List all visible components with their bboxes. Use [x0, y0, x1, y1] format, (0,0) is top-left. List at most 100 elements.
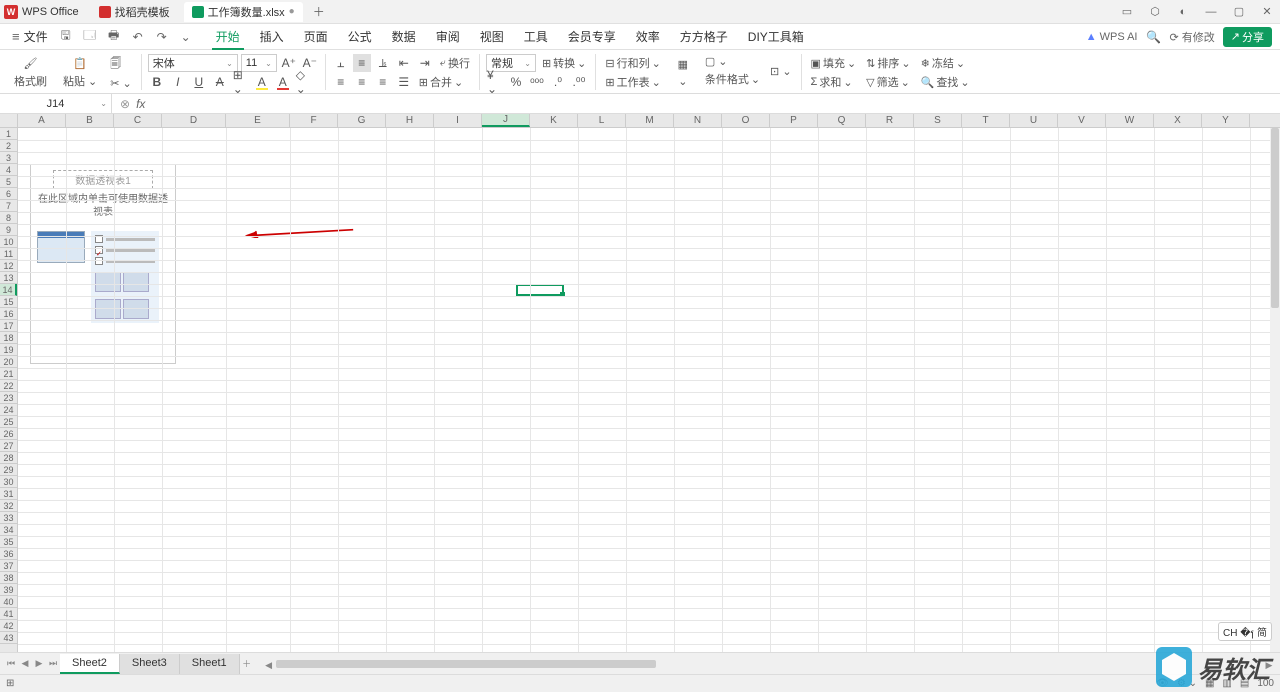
col-header[interactable]: E	[226, 114, 290, 127]
row-header[interactable]: 43	[0, 632, 17, 644]
layout-icon[interactable]: ▭	[1118, 3, 1136, 21]
font-color-button[interactable]: A	[274, 73, 292, 91]
search-icon[interactable]: 🔍	[1146, 29, 1162, 45]
close-button[interactable]: ✕	[1258, 3, 1276, 21]
row-header[interactable]: 29	[0, 464, 17, 476]
menu-tab-9[interactable]: 效率	[626, 24, 670, 49]
row-header[interactable]: 42	[0, 620, 17, 632]
share-button[interactable]: ↗ 分享	[1223, 27, 1272, 47]
dropdown-icon[interactable]: ⌄	[178, 29, 194, 45]
first-sheet-button[interactable]: ⏮	[4, 657, 18, 671]
row-header[interactable]: 14	[0, 284, 17, 296]
menu-tab-2[interactable]: 页面	[294, 24, 338, 49]
menu-tab-1[interactable]: 插入	[250, 24, 294, 49]
save-icon[interactable]: 🖫	[58, 29, 74, 45]
col-header[interactable]: A	[18, 114, 66, 127]
print-icon[interactable]: 🖶	[106, 29, 122, 45]
row-header[interactable]: 32	[0, 500, 17, 512]
cut-button[interactable]: ✂ ⌄	[107, 76, 135, 91]
row-header[interactable]: 3	[0, 152, 17, 164]
italic-button[interactable]: I	[169, 73, 187, 91]
sum-button[interactable]: Σ 求和 ⌄	[808, 73, 860, 91]
thousands-button[interactable]: ᵒᵒᵒ	[528, 73, 546, 91]
row-header[interactable]: 33	[0, 512, 17, 524]
row-header[interactable]: 34	[0, 524, 17, 536]
row-header[interactable]: 12	[0, 260, 17, 272]
align-center-button[interactable]: ≡	[353, 73, 371, 91]
col-header[interactable]: R	[866, 114, 914, 127]
font-select[interactable]: 宋体⌄	[148, 54, 238, 72]
file-menu[interactable]: 文件	[24, 28, 48, 45]
fx-icon[interactable]: fx	[136, 97, 145, 111]
col-header[interactable]: I	[434, 114, 482, 127]
border-button[interactable]: ⊞ ⌄	[232, 73, 250, 91]
col-header[interactable]: Y	[1202, 114, 1250, 127]
filter-button[interactable]: ▽ 筛选 ⌄	[863, 73, 913, 91]
row-header[interactable]: 11	[0, 248, 17, 260]
col-header[interactable]: C	[114, 114, 162, 127]
justify-button[interactable]: ☰	[395, 73, 413, 91]
align-top-button[interactable]: ⫠	[332, 54, 350, 72]
row-header[interactable]: 1	[0, 128, 17, 140]
row-header[interactable]: 10	[0, 236, 17, 248]
merge-button[interactable]: ⊞ 合并 ⌄	[416, 73, 466, 91]
row-header[interactable]: 18	[0, 332, 17, 344]
wrap-button[interactable]: ⤶ 换行	[437, 54, 473, 72]
col-header[interactable]: W	[1106, 114, 1154, 127]
add-sheet-button[interactable]: ＋	[240, 657, 254, 671]
row-header[interactable]: 19	[0, 344, 17, 356]
row-header[interactable]: 28	[0, 452, 17, 464]
col-header[interactable]: K	[530, 114, 578, 127]
format-brush-button[interactable]: 🖌格式刷	[8, 52, 53, 91]
cancel-formula-icon[interactable]: ⊗	[120, 97, 130, 111]
pivot-placeholder[interactable]: 数据透视表1 在此区域内单击可使用数据透视表	[30, 164, 176, 364]
row-header[interactable]: 15	[0, 296, 17, 308]
row-header[interactable]: 8	[0, 212, 17, 224]
menu-tab-5[interactable]: 审阅	[426, 24, 470, 49]
tab-workbook[interactable]: 工作簿数量.xlsx ●	[184, 2, 303, 22]
copy-button[interactable]: 🗐	[107, 54, 135, 75]
maximize-button[interactable]: ▢	[1230, 3, 1248, 21]
col-header[interactable]: T	[962, 114, 1010, 127]
row-header[interactable]: 5	[0, 176, 17, 188]
sheet-tab[interactable]: Sheet1	[180, 654, 240, 674]
cell-style-button[interactable]: ▢ ⌄	[702, 54, 763, 69]
sheet-tab[interactable]: Sheet2	[60, 654, 120, 674]
menu-tab-10[interactable]: 方方格子	[670, 24, 738, 49]
col-header[interactable]: H	[386, 114, 434, 127]
worksheet-button[interactable]: ⊞ 工作表 ⌄	[602, 73, 663, 91]
col-header[interactable]: L	[578, 114, 626, 127]
grid-area[interactable]: 1234567891011121314151617181920212223242…	[0, 128, 1280, 652]
col-header[interactable]: N	[674, 114, 722, 127]
fill-button[interactable]: ▣ 填充 ⌄	[808, 54, 860, 72]
currency-button[interactable]: ¥ ⌄	[486, 73, 504, 91]
row-header[interactable]: 36	[0, 548, 17, 560]
row-header[interactable]: 4	[0, 164, 17, 176]
row-header[interactable]: 23	[0, 392, 17, 404]
row-header[interactable]: 2	[0, 140, 17, 152]
indent-left-button[interactable]: ⇤	[395, 54, 413, 72]
col-header[interactable]: Q	[818, 114, 866, 127]
freeze-button[interactable]: ❄ 冻结 ⌄	[918, 54, 973, 72]
row-header[interactable]: 25	[0, 416, 17, 428]
horizontal-scrollbar[interactable]: ◀ ▶	[262, 659, 1276, 669]
row-header[interactable]: 31	[0, 488, 17, 500]
menu-tab-11[interactable]: DIY工具箱	[738, 24, 814, 49]
vertical-scrollbar[interactable]	[1270, 128, 1280, 652]
convert-button[interactable]: ⊞ 转换 ⌄	[539, 54, 589, 72]
prev-sheet-button[interactable]: ◀	[18, 657, 32, 671]
col-header[interactable]: S	[914, 114, 962, 127]
cells[interactable]: 数据透视表1 在此区域内单击可使用数据透视表	[18, 128, 1280, 652]
row-header[interactable]: 20	[0, 356, 17, 368]
border-style-button[interactable]: ⊡ ⌄	[767, 64, 795, 79]
strike-button[interactable]: A	[211, 73, 229, 91]
align-bottom-button[interactable]: ⫡	[374, 54, 392, 72]
minimize-button[interactable]: —	[1202, 3, 1220, 21]
row-header[interactable]: 41	[0, 608, 17, 620]
clear-format-button[interactable]: ◇ ⌄	[295, 73, 313, 91]
row-header[interactable]: 13	[0, 272, 17, 284]
row-header[interactable]: 7	[0, 200, 17, 212]
increase-decimal-button[interactable]: .⁰⁰	[570, 73, 588, 91]
col-header[interactable]: M	[626, 114, 674, 127]
col-header[interactable]: B	[66, 114, 114, 127]
